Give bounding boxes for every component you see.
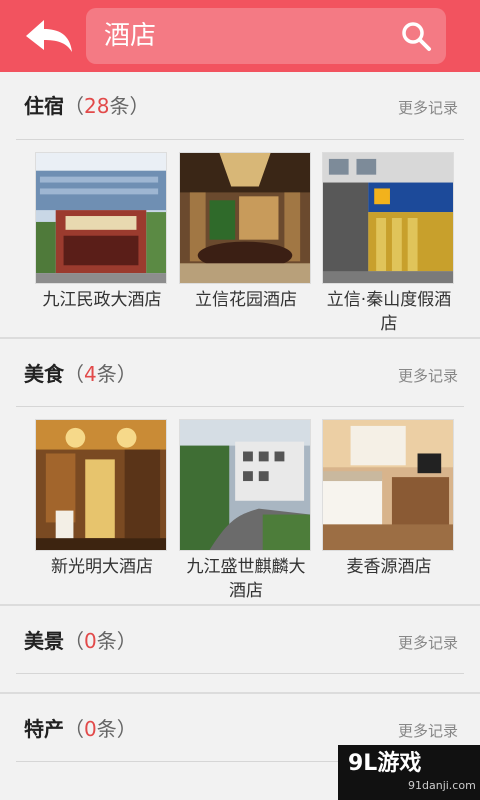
section-header-food: 美食（4条） 更多记录 [0,340,480,408]
list-item-food-1[interactable]: 新光明大酒店 [35,419,169,579]
top-bar: 酒店 [0,0,480,72]
divider [16,406,464,407]
hotel-photo [322,152,454,284]
back-arrow-icon [26,20,72,52]
more-records-link[interactable]: 更多记录 [398,98,458,118]
search-icon[interactable] [400,20,432,52]
section-title-text: 特产 [24,717,64,741]
hotel-photo [35,152,167,284]
section-count: （28条） [64,94,150,118]
section-title: 美景（0条） [24,627,137,655]
count-number: 0 [84,717,97,741]
watermark-domain: 91danji.com [408,779,476,792]
section-title: 美食（4条） [24,360,137,388]
search-input[interactable]: 酒店 [104,21,156,51]
item-caption: 九江民政大酒店 [42,290,162,310]
hotel-room-photo [322,419,454,551]
item-caption: 立信·秦山度假酒店 [326,290,452,334]
search-box[interactable]: 酒店 [86,8,446,64]
section-header-lodging: 住宿（28条） 更多记录 [0,72,480,140]
back-button[interactable] [22,14,78,58]
list-item-lodging-1[interactable]: 九江民政大酒店 [35,152,169,312]
list-item-food-2[interactable]: 九江盛世麒麟大酒店 [179,419,313,603]
section-separator [0,692,480,694]
divider [16,139,464,140]
more-records-link[interactable]: 更多记录 [398,633,458,653]
restaurant-photo [179,419,311,551]
count-number: 4 [84,362,97,386]
count-number: 0 [84,629,97,653]
divider [16,673,464,674]
count-number: 28 [84,94,110,118]
section-separator [0,337,480,339]
section-title: 住宿（28条） [24,92,149,120]
item-caption: 麦香源酒店 [346,557,432,577]
item-caption: 九江盛世麒麟大酒店 [186,557,306,601]
section-title-text: 住宿 [24,94,64,118]
section-title-text: 美食 [24,362,64,386]
section-title: 特产（0条） [24,715,137,743]
item-caption: 立信花园酒店 [195,290,297,310]
more-records-link[interactable]: 更多记录 [398,366,458,386]
restaurant-photo [35,419,167,551]
section-header-scenery: 美景（0条） 更多记录 [0,607,480,675]
section-title-text: 美景 [24,629,64,653]
item-caption: 新光明大酒店 [51,557,153,577]
list-item-lodging-2[interactable]: 立信花园酒店 [179,152,313,312]
watermark-logo: 9L游戏 91danji.com [338,745,480,800]
hotel-photo [179,152,311,284]
list-item-food-3[interactable]: 麦香源酒店 [322,419,456,579]
section-count: （0条） [64,629,137,653]
section-separator [0,604,480,606]
section-count: （4条） [64,362,137,386]
more-records-link[interactable]: 更多记录 [398,721,458,741]
watermark-brand: 9L游戏 [348,751,422,776]
section-count: （0条） [64,717,137,741]
list-item-lodging-3[interactable]: 立信·秦山度假酒店 [322,152,456,336]
